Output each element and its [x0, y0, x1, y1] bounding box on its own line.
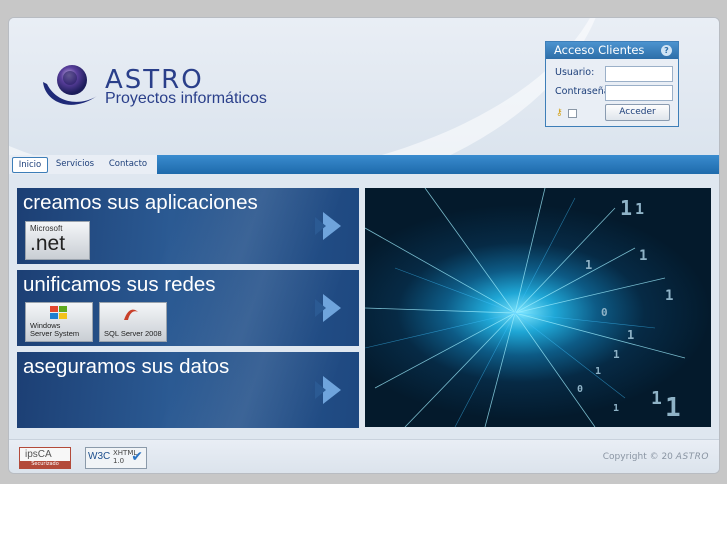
binary-digit: 1	[627, 328, 635, 342]
binary-digit: 1	[635, 200, 645, 218]
binary-digit: 1	[639, 248, 648, 264]
nav-tabs: Inicio Servicios Contacto	[9, 155, 157, 174]
user-input[interactable]	[605, 66, 673, 82]
binary-digit: 1	[613, 348, 620, 361]
chevron-right-icon[interactable]	[315, 294, 341, 322]
key-icon[interactable]: ⚷	[556, 108, 564, 118]
banner-title: aseguramos sus datos	[23, 355, 230, 378]
binary-digit: 0	[601, 306, 608, 319]
banner-title: unificamos sus redes	[23, 273, 216, 296]
version-line: 1.0	[113, 457, 125, 465]
remember-checkbox[interactable]	[568, 109, 577, 118]
nav-item-inicio[interactable]: Inicio	[12, 157, 48, 173]
windows-server-logo: Windows Server System	[25, 302, 93, 342]
login-button[interactable]: Acceder	[605, 104, 670, 121]
binary-digit: 1	[665, 393, 681, 423]
ipsca-name: ipsCA	[25, 449, 52, 460]
binary-digit: 1	[651, 388, 662, 409]
w3c-xhtml-badge[interactable]: W3C XHTML 1.0 ✔	[85, 447, 147, 469]
help-icon[interactable]: ?	[661, 45, 672, 56]
sql-server-text: SQL Server 2008	[104, 329, 162, 338]
footer: ipsCA Securizado W3C XHTML 1.0 ✔ Copyrig…	[9, 439, 719, 473]
page-background: ASTRO Proyectos informáticos Acceso Clie…	[0, 0, 727, 484]
copyright-brand[interactable]: ASTRO	[676, 452, 709, 462]
ipsca-sub: Securizado	[20, 461, 70, 468]
astro-logo-icon[interactable]	[41, 62, 101, 114]
banner-datos[interactable]: aseguramos sus datos	[17, 352, 359, 428]
chevron-right-icon[interactable]	[315, 376, 341, 404]
server-system-line: Server System	[30, 329, 80, 338]
main-content: creamos sus aplicaciones Microsoft .net …	[9, 174, 719, 439]
binary-digit: 0	[577, 384, 584, 395]
w3c-logo: W3C	[88, 451, 111, 462]
binary-digit: 1	[595, 366, 602, 377]
sql-server-icon	[124, 309, 138, 320]
windows-flag-icon	[50, 306, 67, 319]
banner-aplicaciones[interactable]: creamos sus aplicaciones Microsoft .net	[17, 188, 359, 264]
login-box: Acceso Clientes ? Usuario: Contraseña: ⚷…	[545, 41, 679, 127]
dotnet-logo: Microsoft .net	[25, 221, 90, 260]
nav-bar: Inicio Servicios Contacto	[9, 155, 719, 174]
windows-server-text: Windows Server System	[30, 322, 79, 338]
header: ASTRO Proyectos informáticos Acceso Clie…	[9, 18, 719, 243]
logo-tagline: Proyectos informáticos	[105, 90, 267, 107]
dotnet-logo-text: .net	[30, 232, 66, 255]
chevron-right-icon[interactable]	[315, 212, 341, 240]
binary-digit: 1	[585, 258, 593, 272]
site-frame: ASTRO Proyectos informáticos Acceso Clie…	[8, 17, 720, 474]
nav-item-servicios[interactable]: Servicios	[53, 157, 97, 171]
login-title: Acceso Clientes	[554, 43, 645, 57]
ipsca-badge[interactable]: ipsCA Securizado	[19, 447, 71, 469]
nav-item-contacto[interactable]: Contacto	[105, 157, 151, 171]
hero-image: 1 1 1 1 1 0 1 1 1 0 1 1 1	[365, 188, 711, 427]
password-input[interactable]	[605, 85, 673, 101]
sql-server-logo: SQL Server 2008	[99, 302, 167, 342]
banner-redes[interactable]: unificamos sus redes Windows Server Syst…	[17, 270, 359, 346]
copyright: Copyright © 20 ASTRO	[603, 452, 709, 462]
banner-title: creamos sus aplicaciones	[23, 191, 258, 214]
login-header: Acceso Clientes ?	[546, 42, 678, 59]
checkmark-icon: ✔	[131, 449, 143, 465]
binary-digit: 1	[665, 288, 674, 304]
copyright-text: Copyright © 20	[602, 452, 673, 462]
binary-digit: 1	[620, 196, 633, 220]
binary-digit: 1	[613, 403, 620, 414]
user-label: Usuario:	[555, 67, 595, 78]
